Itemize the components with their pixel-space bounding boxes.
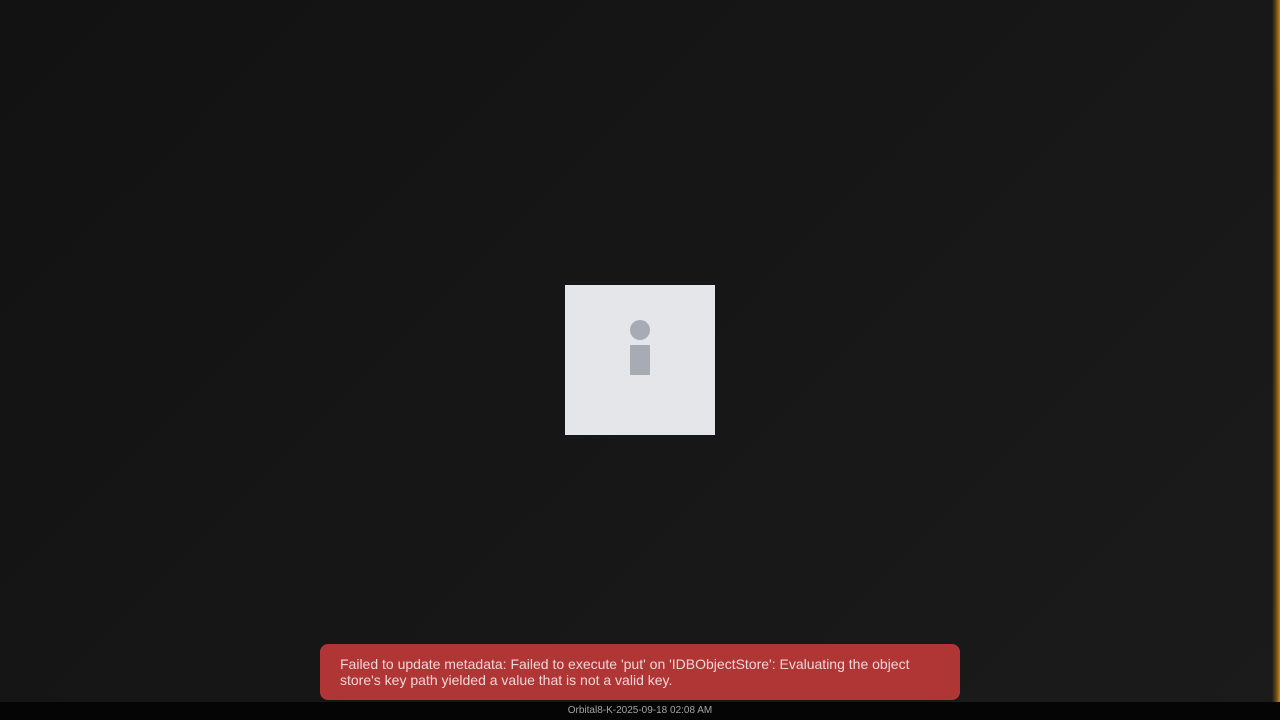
right-edge-accent (1272, 0, 1280, 702)
status-bar-label: Orbital8-K-2025-09-18 02:08 AM (567, 705, 713, 716)
info-icon (565, 285, 715, 435)
error-toast-message: Failed to update metadata: Failed to exe… (340, 656, 910, 688)
status-bar: Orbital8-K-2025-09-18 02:08 AM (0, 702, 1280, 720)
info-icon-dot (630, 320, 650, 340)
error-toast: Failed to update metadata: Failed to exe… (320, 644, 960, 700)
info-icon-stem (630, 345, 650, 375)
image-placeholder[interactable] (565, 285, 715, 435)
app-screen: Failed to update metadata: Failed to exe… (0, 0, 1280, 720)
